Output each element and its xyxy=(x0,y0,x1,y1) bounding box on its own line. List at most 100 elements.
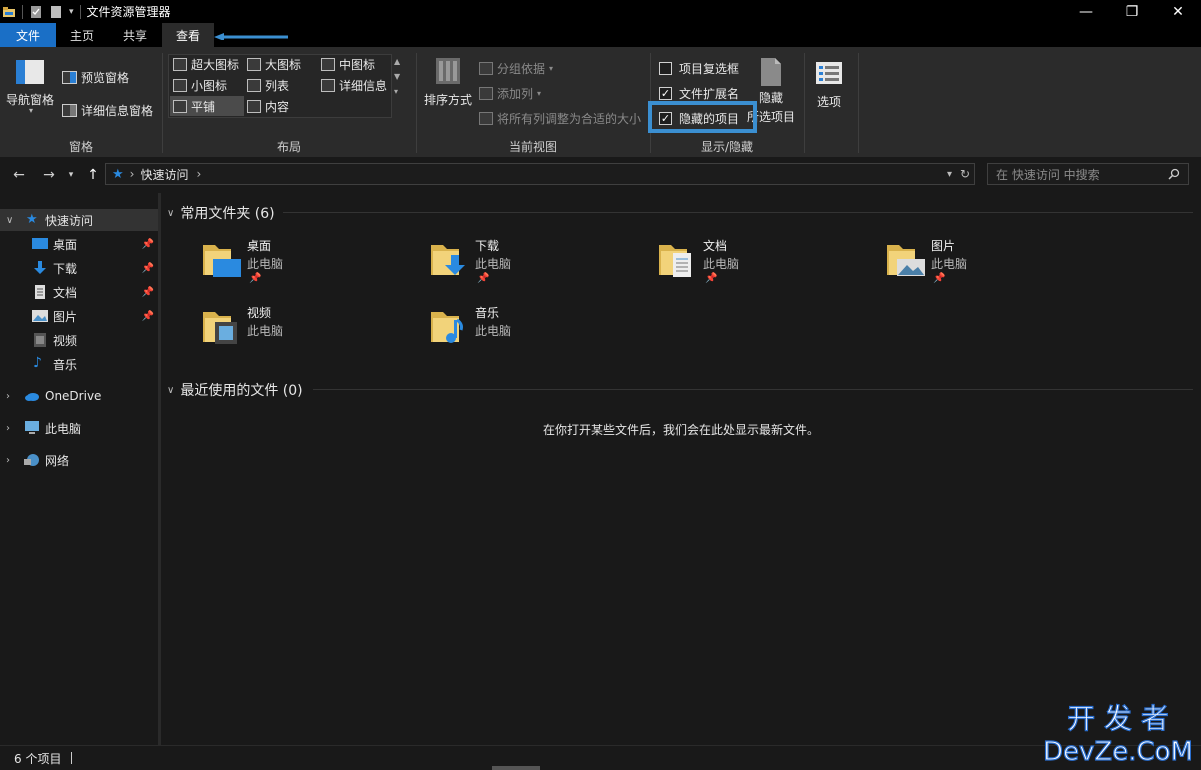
layout-tiles[interactable]: 平铺 xyxy=(173,98,215,115)
search-box[interactable]: 在 快速访问 中搜索 xyxy=(987,163,1189,185)
nav-item-downloads[interactable]: 下载 📌 xyxy=(0,257,158,279)
layout-content[interactable]: 内容 xyxy=(247,98,289,115)
address-dropdown-icon[interactable]: ▾ xyxy=(947,169,952,180)
layout-label: 内容 xyxy=(265,100,290,114)
layout-medium-icons[interactable]: 中图标 xyxy=(321,56,375,73)
nav-item-documents[interactable]: 文档 📌 xyxy=(0,281,158,303)
layout-large-icons[interactable]: 大图标 xyxy=(247,56,301,73)
customize-toolbar-chevron-icon[interactable]: ▾ xyxy=(69,7,74,17)
folder-tile-downloads[interactable]: 下载 此电脑 📌 xyxy=(429,233,649,289)
address-bar[interactable]: ★ › 快速访问 › ▾ ↻ xyxy=(105,163,975,185)
chevron-right-icon[interactable]: › xyxy=(6,391,10,402)
quick-access-toolbar: ▾ xyxy=(0,0,81,23)
folder-tile-desktop[interactable]: 桌面 此电脑 📌 xyxy=(201,233,421,289)
nav-item-label: 图片 xyxy=(53,309,78,324)
search-input[interactable]: 在 快速访问 中搜索 xyxy=(996,166,1100,183)
pin-icon[interactable]: 📌 xyxy=(142,311,154,322)
group-label-panes: 窗格 xyxy=(68,140,93,154)
chevron-right-icon[interactable]: › xyxy=(6,455,10,466)
add-columns-button[interactable]: 添加列 ▾ xyxy=(479,85,541,102)
item-checkboxes-checkbox[interactable] xyxy=(659,62,672,75)
refresh-icon[interactable]: ↻ xyxy=(960,167,970,181)
nav-pane-button[interactable]: 导航窗格 xyxy=(6,59,54,108)
file-extensions-toggle[interactable]: ✓ 文件扩展名 xyxy=(659,85,739,102)
layout-label: 详细信息 xyxy=(339,79,388,93)
devze-watermark-logo: 开 发 者 DevZe.CoM xyxy=(1043,701,1193,766)
tab-home[interactable]: 主页 xyxy=(56,23,108,47)
chevron-down-icon[interactable]: ∨ xyxy=(6,215,13,226)
layout-small-icons[interactable]: 小图标 xyxy=(173,77,227,94)
nav-item-network[interactable]: › 网络 xyxy=(0,449,158,471)
horizontal-scroll-thumb[interactable] xyxy=(492,766,540,770)
size-all-columns-button[interactable]: 将所有列调整为合适的大小 xyxy=(479,110,641,127)
up-arrow-icon[interactable]: ↑ xyxy=(82,157,104,193)
nav-item-music[interactable]: ♪ 音乐 xyxy=(0,353,158,375)
tab-view[interactable]: 查看 xyxy=(162,23,214,47)
search-icon[interactable] xyxy=(1168,168,1180,180)
chevron-down-icon[interactable]: ∨ xyxy=(167,385,174,396)
details-pane-button[interactable]: 详细信息窗格 xyxy=(62,102,153,119)
nav-item-videos[interactable]: 视频 xyxy=(0,329,158,351)
recent-locations-chevron-icon[interactable]: ▾ xyxy=(64,157,78,193)
group-by-label: 分组依据 xyxy=(497,62,546,76)
folder-app-icon[interactable] xyxy=(2,5,16,19)
hide-selected-label-1: 隐藏 xyxy=(759,91,784,105)
tab-file[interactable]: 文件 xyxy=(0,23,56,47)
nav-item-this-pc[interactable]: › 此电脑 xyxy=(0,417,158,439)
pin-icon[interactable]: 📌 xyxy=(142,263,154,274)
back-arrow-icon[interactable]: ← xyxy=(8,157,30,193)
list-icon xyxy=(247,79,261,92)
annotation-arrow-icon xyxy=(214,33,288,40)
options-icon xyxy=(816,62,842,84)
hide-selected-button[interactable]: 隐藏 所选项目 xyxy=(747,57,795,125)
recent-files-empty-message: 在你打开某些文件后，我们会在此处显示最新文件。 xyxy=(542,423,819,437)
medium-icons-icon xyxy=(321,58,335,71)
window-controls: — ❐ ✕ xyxy=(1063,0,1201,23)
minimize-button[interactable]: — xyxy=(1063,0,1109,23)
nav-item-desktop[interactable]: 桌面 📌 xyxy=(0,233,158,255)
address-path-quick-access[interactable]: 快速访问 xyxy=(140,166,188,183)
nav-item-label: 网络 xyxy=(45,453,70,468)
pin-icon[interactable]: 📌 xyxy=(142,287,154,298)
folder-tile-documents[interactable]: 文档 此电脑 📌 xyxy=(657,233,877,289)
restore-button[interactable]: ❐ xyxy=(1109,0,1155,23)
properties-icon[interactable] xyxy=(29,5,43,19)
scroll-up-icon[interactable]: ▲ xyxy=(394,57,400,66)
download-icon xyxy=(34,261,46,274)
options-button[interactable]: 选项 xyxy=(815,61,843,110)
forward-arrow-icon[interactable]: → xyxy=(38,157,60,193)
file-extensions-checkbox[interactable]: ✓ xyxy=(659,87,672,100)
close-button[interactable]: ✕ xyxy=(1155,0,1201,23)
more-icon[interactable]: ▾ xyxy=(394,87,400,96)
section-frequent-folders[interactable]: ∨ 常用文件夹 (6) xyxy=(167,203,275,223)
nav-pane-dropdown-icon[interactable]: ▾ xyxy=(29,106,33,115)
layout-list[interactable]: 列表 xyxy=(247,77,289,94)
folder-location: 此电脑 xyxy=(703,257,740,271)
nav-item-onedrive[interactable]: › OneDrive xyxy=(0,385,158,407)
group-by-button[interactable]: 分组依据 ▾ xyxy=(479,60,553,77)
details-icon xyxy=(321,79,335,92)
group-divider xyxy=(804,53,805,153)
new-folder-icon[interactable] xyxy=(49,5,63,19)
tab-share[interactable]: 共享 xyxy=(108,23,162,47)
section-recent-files[interactable]: ∨ 最近使用的文件 (0) xyxy=(167,380,303,400)
nav-item-quick-access[interactable]: ∨ ★ 快速访问 xyxy=(0,209,158,231)
sort-by-button[interactable]: 排序方式 xyxy=(424,57,472,108)
pin-icon[interactable]: 📌 xyxy=(142,239,154,250)
chevron-down-icon[interactable]: ∨ xyxy=(167,208,174,219)
preview-pane-button[interactable]: 预览窗格 xyxy=(62,69,129,86)
layout-details[interactable]: 详细信息 xyxy=(321,77,387,94)
folder-tile-music[interactable]: 音乐 此电脑 xyxy=(429,300,649,356)
folder-tile-videos[interactable]: 视频 此电脑 xyxy=(201,300,421,356)
folder-location: 此电脑 xyxy=(475,324,512,338)
nav-item-pictures[interactable]: 图片 📌 xyxy=(0,305,158,327)
layout-extra-large-icons[interactable]: 超大图标 xyxy=(173,56,239,73)
chevron-right-icon[interactable]: › xyxy=(6,423,10,434)
nav-item-label: 下载 xyxy=(53,261,78,276)
options-label: 选项 xyxy=(816,95,841,109)
item-checkboxes-toggle[interactable]: 项目复选框 xyxy=(659,60,739,77)
folder-tile-pictures[interactable]: 图片 此电脑 📌 xyxy=(885,233,1105,289)
videos-folder-icon xyxy=(203,312,237,344)
item-checkboxes-label: 项目复选框 xyxy=(679,62,740,76)
scroll-down-icon[interactable]: ▼ xyxy=(394,72,400,81)
